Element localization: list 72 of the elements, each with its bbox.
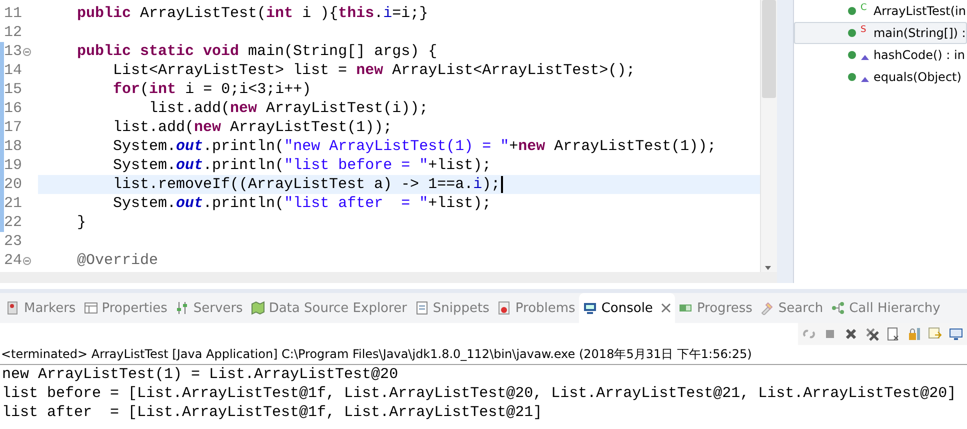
view-tab[interactable]: Search — [756, 293, 828, 323]
method-icon — [847, 50, 858, 60]
code-line: System.out.println("new ArrayListTest(1) = "+new ArrayListTest(1)); — [112, 137, 716, 156]
collapse-icon[interactable] — [23, 256, 32, 264]
line-number: 13 — [4, 43, 22, 60]
remove-icon — [844, 327, 858, 341]
line-number: 18 — [4, 138, 22, 155]
code-line: System.out.println("list before = "+list); — [112, 156, 492, 175]
outline-item[interactable]: C ArrayListTest(in — [794, 0, 967, 22]
sliders-icon — [175, 301, 190, 315]
collapse-icon[interactable] — [23, 48, 32, 56]
method-icon — [847, 28, 858, 38]
document-icon — [886, 327, 900, 341]
document-icon — [414, 301, 429, 315]
console-output-line: list after = [List.ArrayListTest@1f, List.ArrayListTest@21] — [1, 403, 544, 422]
table-icon — [84, 301, 98, 315]
hierarchy-icon — [831, 301, 846, 315]
line-number: 15 — [4, 81, 22, 98]
code-line: list.removeIf((ArrayListTest a) -> 1==a.i); — [38, 175, 504, 194]
outline-item[interactable]: equals(Object) — [794, 66, 967, 88]
line-number: 21 — [4, 195, 22, 212]
lock-icon — [907, 327, 921, 341]
remove-all-icon — [865, 327, 879, 341]
outline-item[interactable]: S main(String[]) : — [794, 22, 967, 44]
view-tab[interactable]: Markers — [2, 293, 80, 323]
line-number: 22 — [4, 214, 22, 231]
line-number: 19 — [4, 157, 22, 174]
line-number: 16 — [4, 100, 22, 117]
view-tab[interactable]: Console — [579, 293, 675, 323]
flashlight-icon — [760, 301, 774, 315]
method-icon — [847, 6, 858, 16]
view-tab[interactable]: Progress — [674, 293, 756, 323]
view-tab[interactable]: Data Source Explorer — [246, 293, 411, 323]
line-number: 23 — [4, 233, 22, 250]
line-number: 24 — [4, 252, 22, 269]
line-number: 11 — [4, 5, 22, 22]
horizontal-scrollbar[interactable] — [0, 272, 778, 283]
map-icon — [250, 301, 265, 315]
view-tab[interactable]: Servers — [171, 293, 247, 323]
stop-icon — [823, 327, 837, 341]
view-tab[interactable]: Snippets — [410, 293, 494, 323]
code-line: @Override — [76, 251, 158, 270]
method-icon — [847, 72, 858, 82]
code-line: System.out.println("list after = "+list); — [112, 194, 492, 213]
problems-icon — [497, 301, 512, 315]
modifier-label: C — [860, 3, 868, 13]
monitor-icon — [583, 301, 598, 315]
code-line: List<ArrayListTest> list = new ArrayList<ArrayListTest>(); — [112, 61, 636, 80]
code-line: public static void main(String[] args) { — [76, 42, 438, 61]
line-number: 14 — [4, 62, 22, 79]
modifier-label: S — [860, 25, 868, 35]
view-tab[interactable]: Call Hierarchy — [827, 293, 944, 323]
view-tab[interactable]: Problems — [493, 293, 580, 323]
marker-icon — [6, 301, 20, 315]
line-number: 20 — [4, 176, 22, 193]
code-line: list.add(new ArrayListTest(i)); — [148, 99, 428, 118]
code-line: list.add(new ArrayListTest(1)); — [112, 118, 392, 137]
line-number: 17 — [4, 119, 22, 136]
line-number: 12 — [4, 24, 22, 41]
console-header: <terminated> ArrayListTest [Java Application] C:\Program Files\Java\jdk1.8.0_112\bin\javaw.exe (2018年5月31日 下午1:56:25) — [0, 345, 967, 365]
pin-icon — [928, 327, 942, 341]
code-line: } — [76, 213, 86, 232]
console-output-line: new ArrayListTest(1) = List.ArrayListTest@20 — [1, 365, 400, 384]
console-icon — [949, 327, 963, 341]
vertical-scrollbar[interactable] — [760, 0, 778, 272]
code-line: public ArrayListTest(int i ){this.i=i;} — [76, 4, 428, 23]
console-output-line: list before = [List.ArrayListTest@1f, List.ArrayListTest@20, List.ArrayListTest@21, List.ArrayListTest@20] — [1, 384, 958, 403]
code-line: for(int i = 0;i<3;i++) — [112, 80, 312, 99]
link-icon — [802, 327, 816, 341]
view-tab[interactable]: Properties — [80, 293, 172, 323]
outline-item[interactable]: hashCode() : in — [794, 44, 967, 66]
close-icon[interactable] — [660, 303, 671, 313]
